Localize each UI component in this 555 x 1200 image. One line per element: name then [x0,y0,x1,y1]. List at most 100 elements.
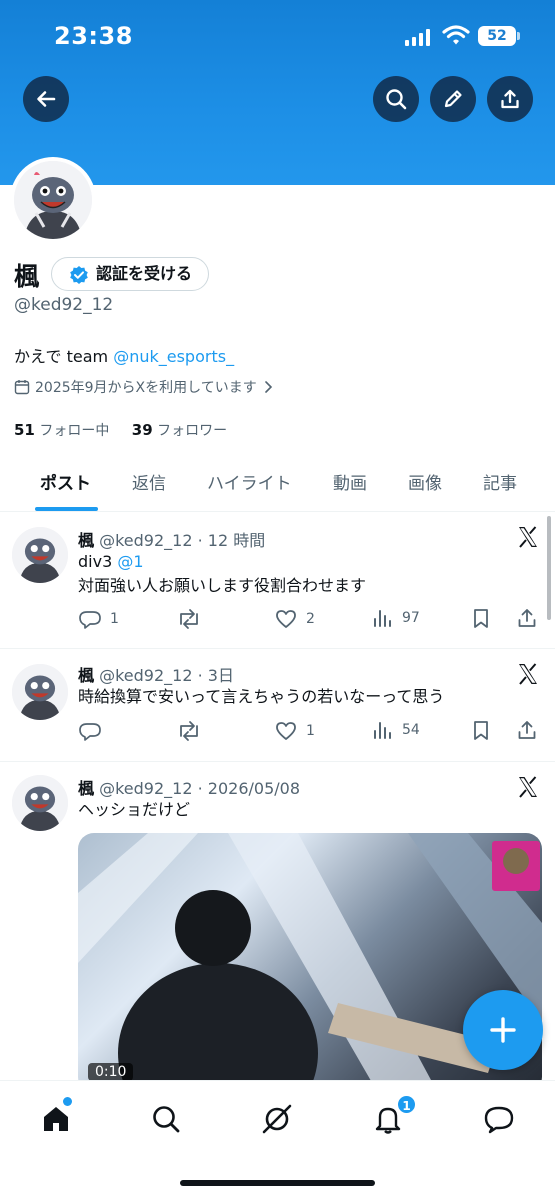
reply-button[interactable] [78,719,110,743]
tab-posts[interactable]: ポスト [40,469,91,494]
tab-articles[interactable]: 記事 [483,469,517,494]
followers-link[interactable]: 39 フォロワー [131,421,228,439]
search-icon [153,1106,180,1133]
profile-avatar[interactable] [10,157,96,243]
post-avatar[interactable] [12,664,68,720]
avatar-image [14,161,92,239]
post-header: 楓 @ked92_12 · 3日 [78,662,234,686]
share-profile-button[interactable] [487,76,533,122]
reply-icon [79,611,101,629]
post-meta: @ked92_12 · 3日 [99,666,234,685]
share-icon [518,721,536,739]
view-count: 97 [402,610,420,626]
joined-date[interactable]: 2025年9月からXを利用しています [14,377,274,397]
back-button[interactable] [23,76,69,122]
share-post-button[interactable] [516,719,538,741]
post-text: div3 @1 対面強い人お願いします役割合わせます [78,550,366,598]
nav-messages[interactable] [481,1101,517,1137]
profile-bio: かえで team @nuk_esports_ [14,343,234,367]
home-icon [44,1107,68,1131]
post-avatar[interactable] [12,775,68,831]
tab-replies[interactable]: 返信 [132,469,166,494]
post-actions: 1 54 [78,719,548,745]
joined-text: 2025年9月からXを利用しています [35,380,257,396]
followers-count: 39 [131,421,153,439]
repost-button[interactable] [176,719,210,743]
post-author-name: 楓 [78,779,95,798]
home-indicator [180,1180,375,1186]
views-chart-icon [374,722,391,739]
followers-label: フォロワー [157,423,228,439]
post-item[interactable]: 楓 @ked92_12 · 12 時間 div3 @1 対面強い人お願いします役… [0,513,555,649]
following-link[interactable]: 51 フォロー中 [14,421,109,439]
post-author-name: 楓 [78,531,95,550]
compose-post-button[interactable] [463,990,543,1070]
views-button[interactable]: 97 [372,607,420,629]
post-author-name: 楓 [78,666,95,685]
search-button[interactable] [373,76,419,122]
tab-images[interactable]: 画像 [408,469,442,494]
profile-name: 楓 [14,262,40,291]
post-text: 時給換算で安いって言えちゃうの若いなーって思う [78,687,445,706]
bookmark-button[interactable] [470,719,492,741]
get-verified-label: 認証を受ける [96,264,193,283]
repost-button[interactable] [176,607,210,631]
profile-handle: @ked92_12 [14,295,114,315]
nav-search[interactable] [148,1101,184,1137]
bookmark-icon [474,609,488,628]
plus-icon [490,1017,516,1043]
x-logo-icon[interactable] [516,525,540,549]
reply-button[interactable]: 1 [78,607,119,631]
profile-tabs: ポスト 返信 ハイライト 動画 画像 記事 [0,450,555,512]
post-actions: 1 2 97 [78,607,548,633]
notifications-badge: 1 [396,1094,417,1115]
like-count: 1 [306,723,315,739]
bio-mention-link[interactable]: @nuk_esports_ [113,347,234,366]
share-post-button[interactable] [516,607,538,629]
active-tab-indicator [35,507,98,511]
views-button[interactable]: 54 [372,719,420,741]
x-logo-icon[interactable] [516,775,540,799]
battery-indicator: 52 [478,26,520,46]
bio-text: かえで team [14,347,114,366]
search-icon [386,89,407,110]
bookmark-button[interactable] [470,607,492,629]
chevron-right-icon [264,381,272,393]
heart-icon [276,722,296,740]
repost-icon [180,609,198,629]
post-avatar[interactable] [12,527,68,583]
post-meta: @ked92_12 · 12 時間 [99,531,266,550]
repost-icon [180,721,198,741]
tab-highlights[interactable]: ハイライト [207,469,292,494]
reply-count: 1 [110,611,119,627]
like-button[interactable]: 1 [274,719,315,743]
follow-stats: 51 フォロー中 39 フォロワー [14,420,245,440]
calendar-icon [14,380,30,395]
share-icon [518,609,536,627]
post-mention-link[interactable]: @1 [117,552,143,571]
post-meta: @ked92_12 · 2026/05/08 [99,779,300,798]
wifi-icon [442,25,470,45]
back-arrow-icon [37,91,56,107]
chat-bubble-icon [484,1106,514,1134]
home-unread-dot [63,1097,72,1106]
view-count: 54 [402,722,420,738]
share-icon [501,89,519,109]
cellular-signal-icon [405,28,430,46]
post-text-line: div3 [78,552,118,571]
post-item[interactable]: 楓 @ked92_12 · 3日 時給換算で安いって言えちゃうの若いなーって思う… [0,650,555,762]
like-button[interactable]: 2 [274,607,315,631]
status-time: 23:38 [54,22,133,50]
bookmark-icon [474,721,488,740]
x-logo-icon[interactable] [516,662,540,686]
tab-videos[interactable]: 動画 [333,469,367,494]
get-verified-button[interactable]: 認証を受ける [51,257,210,291]
edit-button[interactable] [430,76,476,122]
post-text: ヘッショだけど [78,800,191,819]
pencil-icon [444,90,462,108]
nav-home[interactable] [38,1101,74,1137]
nav-grok[interactable] [259,1101,295,1137]
status-bar: 23:38 52 [0,20,555,54]
post-text-line: 対面強い人お願いします役割合わせます [78,576,367,595]
views-chart-icon [374,610,391,627]
